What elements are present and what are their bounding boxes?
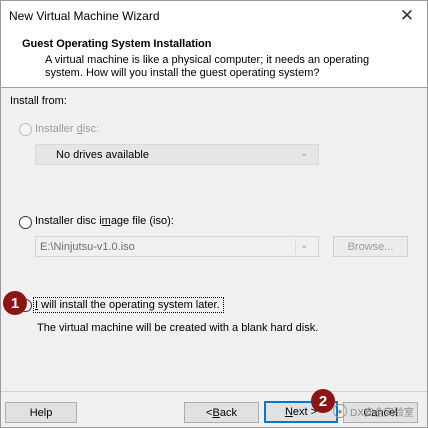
label-accelerator: B xyxy=(212,406,220,419)
chevron-down-icon: ⌄ xyxy=(300,240,309,251)
label-part: isc: xyxy=(82,123,100,135)
back-button[interactable]: < Back xyxy=(184,402,259,423)
page-description: A virtual machine is like a physical com… xyxy=(45,54,370,79)
installer-disc-label: Installer disc: xyxy=(35,123,99,135)
title-bar: New Virtual Machine Wizard ✕ xyxy=(1,1,427,31)
install-later-label: I will install the operating system late… xyxy=(35,299,220,311)
label-accelerator: m xyxy=(101,215,111,227)
window-title: New Virtual Machine Wizard xyxy=(9,9,160,23)
label-part: Installer disc i xyxy=(35,215,102,227)
install-from-label: Install from: xyxy=(10,95,67,107)
step-marker-two: 2 xyxy=(311,389,335,413)
installer-disc-radio[interactable] xyxy=(19,123,32,136)
page-title: Guest Operating System Installation xyxy=(22,38,212,50)
wizard-window: New Virtual Machine Wizard ✕ Guest Opera… xyxy=(0,0,428,428)
step-marker-one: 1 xyxy=(3,291,27,315)
iso-path-value: E:\Ninjutsu-v1.0.iso xyxy=(40,241,135,253)
footer-divider xyxy=(1,391,427,392)
drive-select[interactable]: No drives available ⌄ xyxy=(35,144,319,165)
help-button[interactable]: Help xyxy=(5,402,77,423)
iso-path-select[interactable]: E:\Ninjutsu-v1.0.iso ⌄ xyxy=(35,236,319,257)
label-part: ack xyxy=(219,406,237,419)
watermark: ● DX安全实验室 xyxy=(333,401,428,421)
chevron-down-icon: ⌄ xyxy=(300,148,309,159)
watermark-text: DX安全实验室 xyxy=(350,407,414,419)
drive-select-value: No drives available xyxy=(56,149,149,161)
close-icon[interactable]: ✕ xyxy=(387,1,427,31)
label-part: Installer xyxy=(35,123,77,135)
browse-button[interactable]: Browse... xyxy=(333,236,408,257)
label-part: age file (iso): xyxy=(110,215,174,227)
label-part: will install the operating system later. xyxy=(38,299,220,311)
install-later-description: The virtual machine will be created with… xyxy=(37,322,319,334)
iso-image-radio[interactable] xyxy=(19,216,32,229)
label-accelerator: N xyxy=(284,406,293,418)
wizard-header: Guest Operating System Installation A vi… xyxy=(1,31,427,88)
iso-image-label: Installer disc image file (iso): xyxy=(35,215,174,227)
combo-separator xyxy=(295,239,296,254)
wechat-icon: ● xyxy=(333,404,347,418)
